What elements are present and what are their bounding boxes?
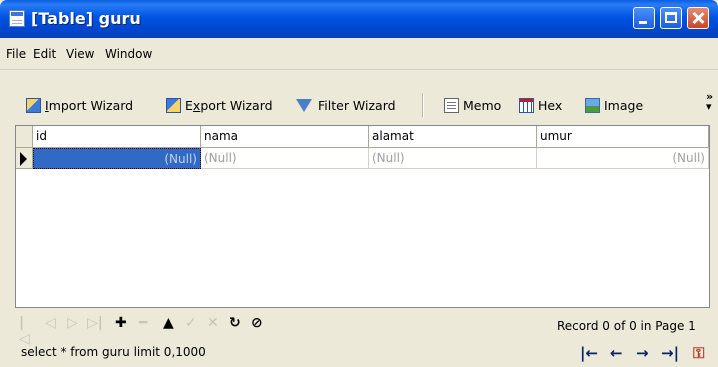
- delete-icon[interactable]: ━: [139, 315, 147, 331]
- prior-icon[interactable]: ◁: [45, 315, 56, 331]
- cell-id[interactable]: (Null): [33, 148, 201, 169]
- image-label: Image: [604, 97, 644, 113]
- hex-icon: [519, 97, 534, 113]
- export-accel: x: [192, 97, 201, 113]
- export-prefix: E: [185, 97, 193, 113]
- prev-page-icon[interactable]: ←: [610, 344, 623, 362]
- memo-icon: [444, 97, 459, 113]
- page-settings-icon[interactable]: ⚿: [693, 344, 704, 362]
- toolbar: Import Wizard Ex port Wizard Filter Wizar…: [0, 87, 718, 123]
- next-page-icon[interactable]: →: [636, 344, 649, 362]
- current-row-arrow-icon: [20, 152, 27, 166]
- filter-icon: [296, 98, 312, 112]
- menu-window[interactable]: Window: [105, 47, 152, 61]
- record-status: Record 0 of 0 in Page 1: [557, 319, 696, 333]
- cancel-icon[interactable]: ✕: [207, 315, 219, 331]
- menu-file[interactable]: File: [6, 47, 26, 61]
- last-icon[interactable]: ▷|: [87, 315, 103, 331]
- cell-alamat[interactable]: (Null): [369, 148, 537, 169]
- toolbar-separator: [422, 93, 424, 117]
- grid-header: id nama alamat umur: [16, 126, 709, 148]
- cell-nama[interactable]: (Null): [201, 148, 369, 169]
- hex-label: Hex: [538, 97, 563, 113]
- menu-edit[interactable]: Edit: [33, 47, 56, 61]
- cell-umur[interactable]: (Null): [537, 148, 709, 169]
- row-indicator: [16, 148, 33, 169]
- first-icon[interactable]: |◁: [19, 315, 30, 347]
- refresh-icon[interactable]: ↻: [229, 315, 241, 331]
- column-header-alamat[interactable]: alamat: [369, 126, 537, 148]
- image-icon: [585, 97, 600, 113]
- import-wizard-button[interactable]: Import Wizard: [26, 96, 133, 114]
- header-indicator-cell: [16, 126, 33, 148]
- minimize-button[interactable]: [633, 7, 655, 29]
- first-page-icon[interactable]: |←: [580, 344, 598, 362]
- column-header-id[interactable]: id: [33, 126, 201, 148]
- post-icon[interactable]: ✓: [185, 315, 197, 331]
- insert-icon[interactable]: ✚: [115, 315, 127, 331]
- table-icon: [9, 10, 25, 27]
- title-bar[interactable]: [Table] guru: [0, 0, 718, 38]
- close-button[interactable]: [687, 7, 709, 29]
- export-label: port Wizard: [200, 97, 273, 113]
- hex-button[interactable]: Hex: [519, 96, 562, 114]
- menu-bar: File Edit View Window: [0, 38, 718, 70]
- memo-button[interactable]: Memo: [444, 96, 501, 114]
- import-wizard-icon: [26, 97, 41, 113]
- memo-label: Memo: [463, 97, 502, 113]
- export-wizard-button[interactable]: Ex port Wizard: [166, 96, 273, 114]
- toolbar-overflow-button[interactable]: » ▾: [706, 91, 713, 112]
- table-row[interactable]: (Null) (Null) (Null) (Null): [16, 148, 709, 169]
- column-header-nama[interactable]: nama: [201, 126, 369, 148]
- next-icon[interactable]: ▷: [67, 315, 78, 331]
- edit-icon[interactable]: ▲: [163, 315, 174, 331]
- column-header-umur[interactable]: umur: [537, 126, 709, 148]
- maximize-button[interactable]: [660, 7, 682, 29]
- menu-view[interactable]: View: [66, 47, 94, 61]
- import-label: mport Wizard: [48, 97, 134, 113]
- stop-icon[interactable]: ⊘: [251, 315, 263, 331]
- data-grid[interactable]: id nama alamat umur (Null) (Null) (Null)…: [15, 125, 710, 308]
- sql-status: select * from guru limit 0,1000: [21, 345, 206, 359]
- image-button[interactable]: Image: [585, 96, 643, 114]
- filter-label: Filter Wizard: [318, 97, 396, 113]
- export-wizard-icon: [166, 97, 181, 113]
- window-title: [Table] guru: [31, 9, 141, 28]
- last-page-icon[interactable]: →|: [661, 344, 679, 362]
- filter-wizard-button[interactable]: Filter Wizard: [296, 96, 396, 114]
